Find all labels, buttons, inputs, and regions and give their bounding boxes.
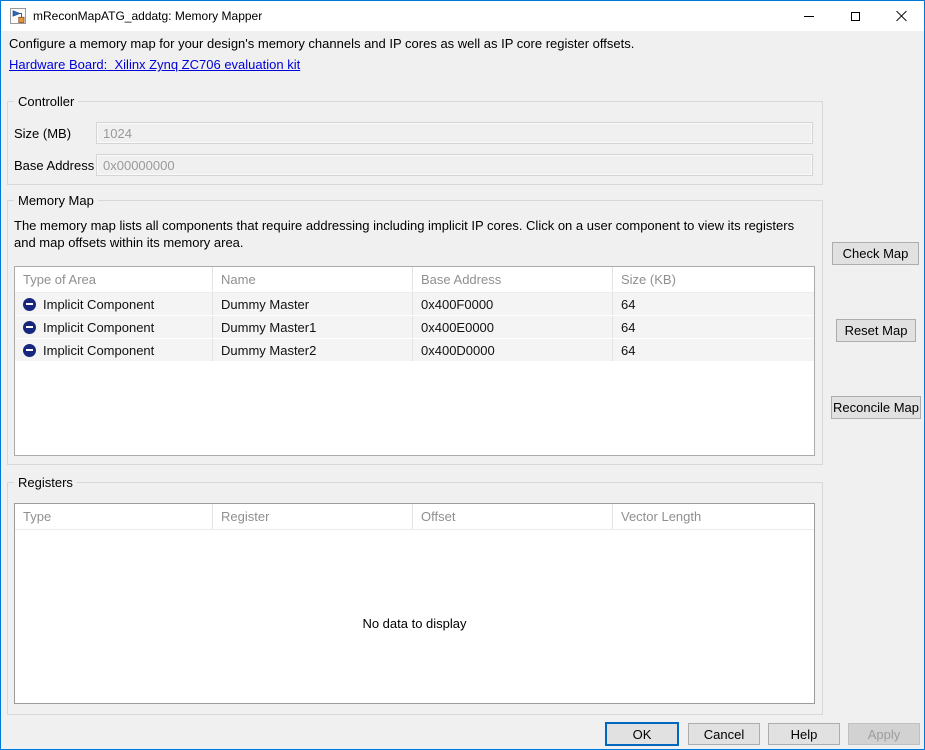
registers-group-title: Registers (14, 475, 77, 490)
cancel-button[interactable]: Cancel (688, 723, 760, 745)
table-row[interactable]: Implicit Component Dummy Master2 0x400D0… (15, 339, 814, 362)
cell-type: Implicit Component (15, 339, 213, 361)
minimize-button[interactable] (786, 1, 832, 31)
minimize-icon (804, 15, 814, 17)
titlebar: mReconMapATG_addatg: Memory Mapper (1, 1, 924, 31)
close-icon (895, 10, 907, 22)
cell-name: Dummy Master (213, 293, 413, 315)
check-map-button[interactable]: Check Map (832, 242, 919, 265)
base-address-field (96, 154, 813, 176)
controller-group-title: Controller (14, 94, 79, 109)
cell-size-kb: 64 (621, 342, 636, 358)
column-header-type-of-area: Type of Area (15, 267, 213, 292)
cell-size-kb: 64 (621, 319, 636, 335)
memory-map-description: The memory map lists all components that… (14, 218, 795, 250)
base-address-label: Base Address (14, 158, 95, 173)
column-header-name: Name (213, 267, 413, 292)
maximize-button[interactable] (832, 1, 878, 31)
close-button[interactable] (878, 1, 924, 31)
ok-button[interactable]: OK (605, 722, 679, 746)
column-header-vector-length: Vector Length (621, 509, 702, 524)
dialog-description: Configure a memory map for your design's… (9, 36, 635, 51)
simulink-model-icon (10, 8, 26, 24)
minus-circle-icon (23, 320, 36, 334)
window-title: mReconMapATG_addatg: Memory Mapper (33, 9, 263, 23)
column-header-base-address: Base Address (413, 267, 613, 292)
cell-base-address: 0x400E0000 (413, 316, 613, 338)
size-label: Size (MB) (14, 126, 72, 141)
memory-map-group: Memory Map The memory map lists all comp… (7, 193, 823, 465)
table-row[interactable]: Implicit Component Dummy Master1 0x400E0… (15, 316, 814, 339)
registers-table-header: Type Register Offset Vector Length (15, 504, 814, 530)
registers-group: Registers Type Register Offset Vector Le… (7, 475, 823, 715)
help-button[interactable]: Help (768, 723, 840, 745)
memory-mapper-dialog: mReconMapATG_addatg: Memory Mapper Confi… (0, 0, 925, 750)
cell-type: Implicit Component (15, 316, 213, 338)
cell-size-kb: 64 (621, 296, 636, 312)
cell-name: Dummy Master1 (213, 316, 413, 338)
reset-map-button[interactable]: Reset Map (836, 319, 916, 342)
minus-circle-icon (23, 343, 36, 357)
minus-circle-icon (23, 297, 36, 311)
size-field (96, 122, 813, 144)
column-header-register: Register (213, 504, 413, 529)
cell-name: Dummy Master2 (213, 339, 413, 361)
cell-type: Implicit Component (15, 293, 213, 315)
reconcile-map-button[interactable]: Reconcile Map (831, 396, 921, 419)
column-header-size-kb: Size (KB) (621, 272, 676, 287)
memory-map-group-title: Memory Map (14, 193, 98, 208)
table-row[interactable]: Implicit Component Dummy Master 0x400F00… (15, 293, 814, 316)
registers-table: Type Register Offset Vector Length No da… (14, 503, 815, 704)
empty-table-message: No data to display (362, 616, 467, 631)
memory-map-table-header: Type of Area Name Base Address Size (KB) (15, 267, 814, 293)
column-header-offset: Offset (413, 504, 613, 529)
window-controls (786, 1, 924, 31)
maximize-icon (850, 11, 860, 21)
hardware-board-link[interactable]: Hardware Board: Xilinx Zynq ZC706 evalua… (9, 57, 300, 72)
cell-base-address: 0x400F0000 (413, 293, 613, 315)
controller-group: Controller Size (MB) Base Address (7, 94, 823, 185)
apply-button: Apply (848, 723, 920, 745)
memory-map-table: Type of Area Name Base Address Size (KB)… (14, 266, 815, 456)
cell-base-address: 0x400D0000 (413, 339, 613, 361)
column-header-type: Type (15, 504, 213, 529)
